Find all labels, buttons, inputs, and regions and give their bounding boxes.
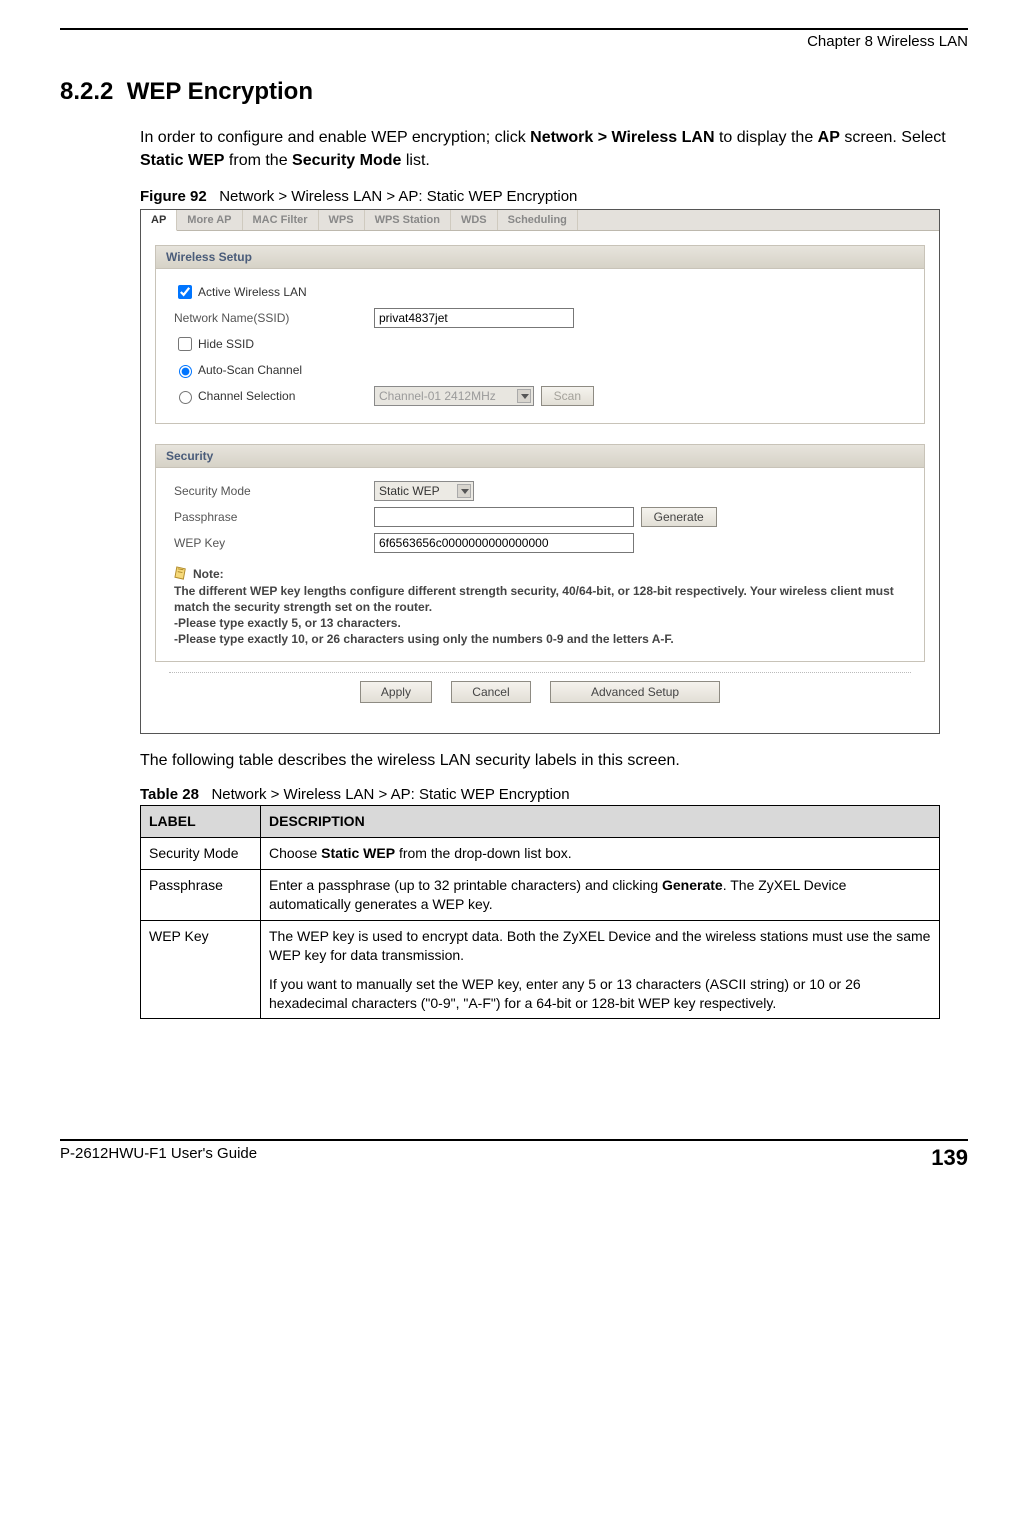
note-line2: -Please type exactly 5, or 13 characters… <box>174 616 401 630</box>
wireless-setup-panel: Wireless Setup Active Wireless LAN Netwo… <box>155 245 925 424</box>
tab-scheduling[interactable]: Scheduling <box>498 210 578 230</box>
apply-button[interactable]: Apply <box>360 681 432 703</box>
note-line1: The different WEP key lengths configure … <box>174 584 894 614</box>
table-row: Security Mode Choose Static WEP from the… <box>141 838 940 870</box>
figure-caption: Figure 92 Network > Wireless LAN > AP: S… <box>140 188 968 205</box>
table-row: Passphrase Enter a passphrase (up to 32 … <box>141 870 940 921</box>
ssid-label: Network Name(SSID) <box>174 311 374 325</box>
active-wlan-label: Active Wireless LAN <box>198 285 307 299</box>
table-label: Table 28 <box>140 786 199 803</box>
passphrase-input[interactable] <box>374 507 634 527</box>
note-title: Note: <box>193 567 224 581</box>
hide-ssid-checkbox[interactable] <box>178 337 192 351</box>
table-caption: Table 28 Network > Wireless LAN > AP: St… <box>140 786 968 803</box>
wireless-setup-title: Wireless Setup <box>156 246 924 269</box>
table-row: WEP Key The WEP key is used to encrypt d… <box>141 920 940 1019</box>
table-title: Network > Wireless LAN > AP: Static WEP … <box>211 786 569 803</box>
ssid-input[interactable] <box>374 308 574 328</box>
row-label: WEP Key <box>141 920 261 1019</box>
note-icon <box>174 566 189 581</box>
note-block: Note: The different WEP key lengths conf… <box>174 566 906 647</box>
row-label: Security Mode <box>141 838 261 870</box>
page-footer: P-2612HWU-F1 User's Guide 139 <box>60 1139 968 1171</box>
tab-bar: APMore APMAC FilterWPSWPS StationWDSSche… <box>141 210 939 231</box>
note-line3: -Please type exactly 10, or 26 character… <box>174 632 674 646</box>
tab-wps-station[interactable]: WPS Station <box>365 210 451 230</box>
screenshot-panel: APMore APMAC FilterWPSWPS StationWDSSche… <box>140 209 940 734</box>
page-number: 139 <box>931 1145 968 1171</box>
advanced-setup-button[interactable]: Advanced Setup <box>550 681 720 703</box>
security-mode-select[interactable]: Static WEP <box>374 481 474 501</box>
security-title: Security <box>156 445 924 468</box>
footer-guide: P-2612HWU-F1 User's Guide <box>60 1145 257 1171</box>
table-head-desc: DESCRIPTION <box>261 806 940 838</box>
figure-title: Network > Wireless LAN > AP: Static WEP … <box>219 188 577 205</box>
tab-wps[interactable]: WPS <box>319 210 365 230</box>
tab-more-ap[interactable]: More AP <box>177 210 242 230</box>
channel-selection-label: Channel Selection <box>198 389 295 403</box>
tab-wds[interactable]: WDS <box>451 210 498 230</box>
channel-selection-radio[interactable] <box>179 391 192 404</box>
generate-button[interactable]: Generate <box>641 507 717 527</box>
description-table: LABEL DESCRIPTION Security Mode Choose S… <box>140 805 940 1019</box>
table-head-label: LABEL <box>141 806 261 838</box>
chevron-down-icon <box>517 389 531 403</box>
figure-label: Figure 92 <box>140 188 207 205</box>
chevron-down-icon <box>457 484 471 498</box>
auto-scan-radio[interactable] <box>179 365 192 378</box>
row-desc: The WEP key is used to encrypt data. Bot… <box>261 920 940 1019</box>
row-label: Passphrase <box>141 870 261 921</box>
auto-scan-label: Auto-Scan Channel <box>198 363 302 377</box>
section-number: 8.2.2 <box>60 78 113 105</box>
security-mode-label: Security Mode <box>174 484 374 498</box>
desc-intro: The following table describes the wirele… <box>140 752 968 770</box>
row-desc: Enter a passphrase (up to 32 printable c… <box>261 870 940 921</box>
tab-mac-filter[interactable]: MAC Filter <box>243 210 319 230</box>
intro-paragraph: In order to configure and enable WEP enc… <box>140 126 968 172</box>
scan-button[interactable]: Scan <box>541 386 594 406</box>
wep-key-p2: If you want to manually set the WEP key,… <box>269 975 931 1013</box>
chapter-header: Chapter 8 Wireless LAN <box>60 33 968 50</box>
tab-ap[interactable]: AP <box>141 210 177 231</box>
section-heading: 8.2.2 WEP Encryption <box>60 78 968 106</box>
wep-key-p1: The WEP key is used to encrypt data. Bot… <box>269 927 931 965</box>
row-desc: Choose Static WEP from the drop-down lis… <box>261 838 940 870</box>
section-title: WEP Encryption <box>127 78 313 105</box>
active-wlan-checkbox[interactable] <box>178 285 192 299</box>
hide-ssid-label: Hide SSID <box>198 337 254 351</box>
button-row: Apply Cancel Advanced Setup <box>169 672 911 719</box>
passphrase-label: Passphrase <box>174 510 374 524</box>
wep-key-label: WEP Key <box>174 536 374 550</box>
security-panel: Security Security Mode Static WEP Passph… <box>155 444 925 662</box>
wep-key-input[interactable] <box>374 533 634 553</box>
channel-select-value: Channel-01 2412MHz <box>379 389 496 403</box>
channel-select[interactable]: Channel-01 2412MHz <box>374 386 534 406</box>
security-mode-value: Static WEP <box>379 484 440 498</box>
cancel-button[interactable]: Cancel <box>451 681 530 703</box>
